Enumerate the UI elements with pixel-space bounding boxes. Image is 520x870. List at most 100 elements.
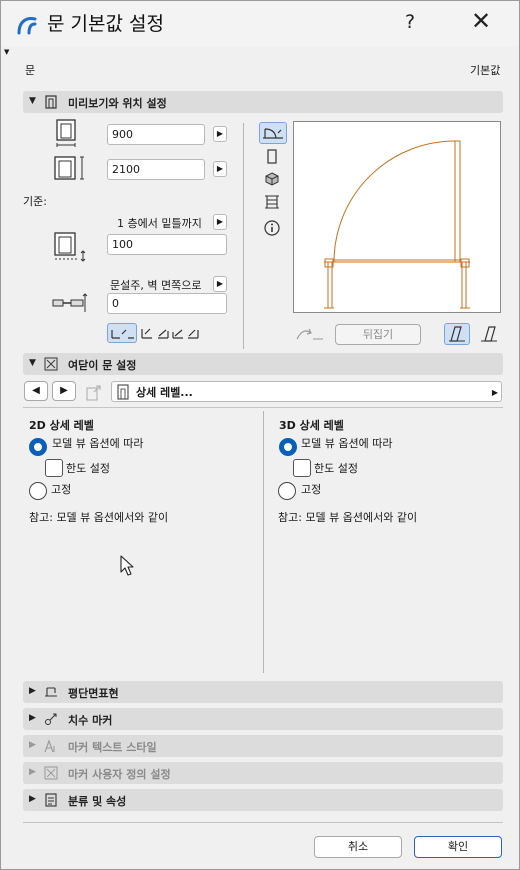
pin-marker-icon: ▼: [4, 48, 10, 56]
anchor-option-1-button[interactable]: [107, 323, 137, 343]
detail-panels-divider: [263, 411, 264, 673]
2d-radio-model-view[interactable]: [29, 438, 47, 456]
3d-note: 참고: 모델 뷰 옵션에서와 같이: [278, 511, 418, 524]
export-page-icon[interactable]: [84, 382, 104, 402]
next-page-button[interactable]: ▶: [52, 381, 76, 401]
section-header-classification[interactable]: ▶ 분류 및 속성: [23, 789, 503, 811]
reveal-reference-button[interactable]: ▶: [213, 276, 227, 292]
anchor-label: 기준:: [23, 195, 47, 208]
opening-side-left-button[interactable]: [444, 323, 470, 345]
section-title: 여닫이 문 설정: [68, 359, 137, 372]
plan-view-icon: [263, 128, 283, 139]
anchor-option-3-icon[interactable]: [155, 324, 171, 342]
horizontal-divider: [23, 407, 503, 408]
2d-radio-fixed-label: 고정: [51, 483, 72, 496]
footer-divider: [23, 822, 503, 823]
section-view-icon[interactable]: [263, 193, 281, 211]
expand-triangle-icon: ▶: [29, 767, 36, 777]
3d-view-icon[interactable]: [264, 171, 280, 187]
page-select-label: 상세 레벨...: [136, 386, 193, 399]
swing-door-settings-icon: [44, 357, 58, 371]
element-type-label: 문: [25, 64, 36, 77]
width-options-button[interactable]: ▶: [213, 126, 227, 142]
3d-radio-fixed[interactable]: [278, 482, 296, 500]
info-icon[interactable]: [263, 219, 281, 237]
2d-note: 참고: 모델 뷰 옵션에서와 같이: [29, 511, 169, 524]
help-button[interactable]: ?: [405, 11, 415, 33]
section-header-preview[interactable]: ▼ 미리보기와 위치 설정: [23, 91, 503, 113]
height-input[interactable]: 2100: [107, 159, 205, 180]
anchor-option-2-icon[interactable]: [139, 324, 155, 342]
expand-triangle-icon: ▶: [29, 794, 36, 804]
section-header-dimension[interactable]: ▶ 치수 마커: [23, 708, 503, 730]
floor-plan-section-icon: [45, 687, 57, 697]
3d-radio-fixed-label: 고정: [301, 483, 322, 496]
expand-triangle-icon: ▶: [29, 740, 36, 750]
sill-height-icon: [54, 232, 86, 262]
dimension-marker-icon: [45, 713, 57, 725]
classification-icon: [45, 793, 57, 807]
2d-limit-checkbox[interactable]: [45, 459, 63, 477]
anchor-option-5-icon[interactable]: [185, 324, 201, 342]
door-plan-preview-drawing: [324, 140, 470, 309]
section-header-plan-section[interactable]: ▶ 평단면표현: [23, 681, 503, 703]
plan-view-button[interactable]: [259, 122, 287, 144]
2d-radio-fixed[interactable]: [29, 482, 47, 500]
height-options-button[interactable]: ▶: [213, 161, 227, 177]
prev-page-button[interactable]: ◀: [24, 381, 48, 401]
3d-limit-checkbox[interactable]: [293, 459, 311, 477]
width-input[interactable]: 900: [107, 124, 205, 145]
door-page-icon: [117, 384, 129, 400]
section-header-marker-custom[interactable]: ▶ 마커 사용자 정의 설정: [23, 762, 503, 784]
2d-detail-title: 2D 상세 레벨: [29, 419, 94, 432]
reveal-reference-label: 문설주, 벽 면쪽으로: [110, 279, 202, 292]
flip-button[interactable]: 뒤집기: [335, 324, 421, 345]
mouse-cursor-icon: [120, 555, 134, 576]
section-title: 분류 및 속성: [68, 795, 127, 808]
section-header-swing-door[interactable]: ▼ 여닫이 문 설정: [23, 353, 503, 375]
door-default-settings-dialog: 문 기본값 설정 ? ✕ ▼ 문 기본값 ▼ 미리보기와 위치 설정 900 ▶…: [0, 0, 520, 870]
dialog-title: 문 기본값 설정: [47, 13, 164, 35]
marker-custom-settings-icon: [44, 766, 58, 780]
section-title: 평단면표현: [68, 687, 119, 700]
door-width-icon: [56, 119, 76, 147]
section-title: 미리보기와 위치 설정: [68, 97, 167, 110]
3d-detail-title: 3D 상세 레벨: [279, 419, 344, 432]
story-reference-button[interactable]: ▶: [213, 214, 227, 230]
collapse-triangle-icon: ▼: [29, 358, 36, 368]
section-title: 마커 텍스트 스타일: [68, 741, 157, 754]
door-preview-canvas: [293, 121, 501, 313]
page-select-dropdown[interactable]: 상세 레벨... ▶: [111, 381, 502, 402]
anchor-option-4-icon[interactable]: [170, 324, 186, 342]
door-side-left-icon: [449, 326, 465, 342]
3d-radio-model-view-label: 모델 뷰 옵션에 따라: [301, 437, 393, 450]
expand-triangle-icon: ▶: [29, 686, 36, 696]
door-side-right-icon[interactable]: [477, 324, 501, 344]
collapse-triangle-icon: ▼: [29, 96, 36, 106]
sill-height-input[interactable]: 100: [107, 234, 227, 255]
section-header-marker-text[interactable]: ▶ 마커 텍스트 스타일: [23, 735, 503, 757]
close-button[interactable]: ✕: [471, 7, 491, 35]
door-preview-icon: [45, 95, 57, 109]
door-height-icon: [54, 156, 84, 180]
ok-button[interactable]: 확인: [414, 836, 502, 858]
3d-radio-model-view[interactable]: [279, 438, 297, 456]
default-label: 기본값: [470, 64, 501, 77]
section-title: 치수 마커: [68, 714, 113, 727]
dropdown-arrow-icon: ▶: [491, 388, 498, 397]
reveal-depth-input[interactable]: 0: [107, 293, 227, 314]
marker-text-style-icon: [44, 739, 55, 753]
archicad-logo-icon: [17, 17, 37, 35]
flip-preview-icon: [296, 328, 323, 340]
anchor-center-icon: [111, 329, 134, 339]
vertical-divider: [243, 123, 244, 349]
2d-radio-model-view-label: 모델 뷰 옵션에 따라: [52, 437, 144, 450]
cancel-button[interactable]: 취소: [314, 836, 402, 858]
story-reference-label: 1 층에서 밑틀까지: [117, 217, 202, 230]
expand-triangle-icon: ▶: [29, 713, 36, 723]
3d-limit-label: 한도 설정: [314, 462, 358, 475]
2d-limit-label: 한도 설정: [66, 462, 110, 475]
section-title: 마커 사용자 정의 설정: [68, 768, 171, 781]
elevation-view-icon[interactable]: [264, 148, 280, 166]
reveal-depth-icon: [52, 293, 88, 312]
